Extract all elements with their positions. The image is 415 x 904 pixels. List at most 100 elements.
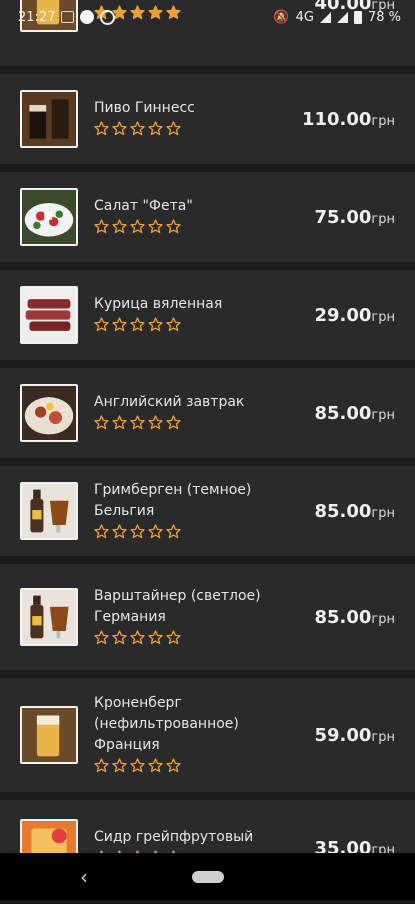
dried-meat-photo (20, 286, 78, 344)
menu-item-name: Курица вяленная (94, 296, 223, 312)
price-amount: 75.00 (314, 206, 372, 228)
mute-icon: 🔕 (273, 9, 290, 25)
menu-item-price: 85.00грн (314, 607, 395, 628)
rating-stars[interactable] (94, 317, 306, 336)
star-icon[interactable] (148, 317, 163, 336)
star-icon[interactable] (94, 629, 109, 649)
star-icon[interactable] (112, 629, 127, 649)
star-icon[interactable] (166, 121, 181, 140)
star-icon[interactable] (94, 415, 109, 434)
menu-item-card[interactable]: Варштайнер (светлое) Германия 85.00грн (0, 564, 415, 670)
beer-glass-photo (20, 706, 78, 764)
star-icon[interactable] (166, 758, 181, 777)
star-icon[interactable] (166, 523, 181, 543)
price-currency: грн (371, 505, 395, 521)
menu-list[interactable]: Оболонь Премиум Лагер40.00грнПиво Гиннес… (0, 0, 415, 904)
menu-item-card[interactable]: Салат "Фета" 75.00грн (0, 172, 415, 262)
menu-item-card[interactable]: Кроненберг (нефильтрованное) Франция 59.0… (0, 678, 415, 792)
menu-item-card[interactable]: Курица вяленная 29.00грн (0, 270, 415, 360)
star-icon[interactable] (148, 415, 163, 434)
menu-item-name: Варштайнер (светлое) Германия (94, 587, 261, 625)
star-icon[interactable] (148, 629, 163, 649)
notification-dot-icon (80, 10, 95, 24)
menu-item-price: 85.00грн (314, 403, 395, 424)
star-icon[interactable] (148, 121, 163, 140)
star-icon[interactable] (166, 219, 181, 238)
menu-item-info: Кроненберг (нефильтрованное) Франция (94, 693, 306, 777)
bottle-and-glass-photo (20, 588, 78, 646)
menu-item-name: Английский завтрак (94, 394, 245, 410)
menu-item-price: 75.00грн (314, 207, 395, 228)
menu-item-name: Гримберген (темное) Бельгия (94, 481, 252, 519)
star-icon[interactable] (130, 121, 145, 140)
star-icon[interactable] (94, 317, 109, 336)
price-currency: грн (371, 729, 395, 745)
rating-stars[interactable] (94, 415, 306, 434)
back-icon[interactable]: ‹ (80, 865, 88, 889)
menu-item-price: 59.00грн (314, 725, 395, 746)
breakfast-plate-photo (20, 384, 78, 442)
star-icon[interactable] (130, 629, 145, 649)
star-icon[interactable] (112, 121, 127, 140)
star-icon[interactable] (148, 758, 163, 777)
wifi-signal-icon (336, 11, 348, 23)
menu-item-card[interactable]: Пиво Гиннесс 110.00грн (0, 74, 415, 164)
price-currency: грн (371, 211, 395, 227)
star-icon[interactable] (112, 758, 127, 777)
menu-item-info: Курица вяленная (94, 294, 306, 336)
star-icon[interactable] (112, 415, 127, 434)
rating-stars[interactable] (94, 629, 306, 649)
price-amount: 29.00 (314, 304, 372, 326)
home-pill-icon[interactable] (191, 870, 224, 883)
star-icon[interactable] (94, 121, 109, 140)
star-icon[interactable] (130, 523, 145, 543)
star-icon[interactable] (166, 317, 181, 336)
rating-stars[interactable] (94, 758, 306, 777)
menu-item-name: Салат "Фета" (94, 198, 193, 214)
star-icon[interactable] (130, 317, 145, 336)
rating-stars[interactable] (94, 523, 306, 543)
menu-item-info: Варштайнер (светлое) Германия (94, 586, 306, 649)
price-amount: 85.00 (314, 606, 372, 628)
star-icon[interactable] (94, 219, 109, 238)
price-amount: 110.00 (301, 108, 372, 130)
menu-item-name: Пиво Гиннесс (94, 100, 195, 116)
salad-photo (20, 188, 78, 246)
star-icon[interactable] (112, 219, 127, 238)
price-currency: грн (371, 309, 395, 325)
star-icon[interactable] (112, 317, 127, 336)
signal-icon (319, 11, 331, 23)
network-label: 4G (295, 9, 314, 25)
price-currency: грн (371, 407, 395, 423)
menu-item-price: 29.00грн (314, 305, 395, 326)
menu-item-card[interactable]: Английский завтрак 85.00грн (0, 368, 415, 458)
star-icon[interactable] (94, 523, 109, 543)
menu-item-price: 85.00грн (314, 501, 395, 522)
rating-stars[interactable] (94, 219, 306, 238)
star-icon[interactable] (148, 219, 163, 238)
menu-item-info: Гримберген (темное) Бельгия (94, 480, 306, 543)
bottle-and-glass-photo (20, 482, 78, 540)
star-icon[interactable] (130, 758, 145, 777)
star-icon[interactable] (94, 758, 109, 777)
status-bar: 21:27 🔕 4G 78 % (0, 0, 415, 34)
status-time: 21:27 (18, 9, 56, 25)
menu-item-info: Пиво Гиннесс (94, 98, 294, 140)
menu-item-price: 110.00грн (302, 109, 395, 130)
price-amount: 59.00 (314, 724, 372, 746)
price-currency: грн (371, 113, 395, 129)
star-icon[interactable] (130, 219, 145, 238)
star-icon[interactable] (148, 523, 163, 543)
menu-item-info: Салат "Фета" (94, 196, 306, 238)
star-icon[interactable] (166, 629, 181, 649)
star-icon[interactable] (166, 415, 181, 434)
rating-stars[interactable] (94, 121, 294, 140)
dark-beer-photo (20, 90, 78, 148)
price-amount: 85.00 (314, 402, 372, 424)
menu-item-info: Английский завтрак (94, 392, 306, 434)
star-icon[interactable] (130, 415, 145, 434)
menu-item-card[interactable]: Гримберген (темное) Бельгия 85.00грн (0, 466, 415, 556)
star-icon[interactable] (112, 523, 127, 543)
at-notification-icon (100, 9, 116, 25)
battery-level: 78 % (367, 9, 401, 25)
